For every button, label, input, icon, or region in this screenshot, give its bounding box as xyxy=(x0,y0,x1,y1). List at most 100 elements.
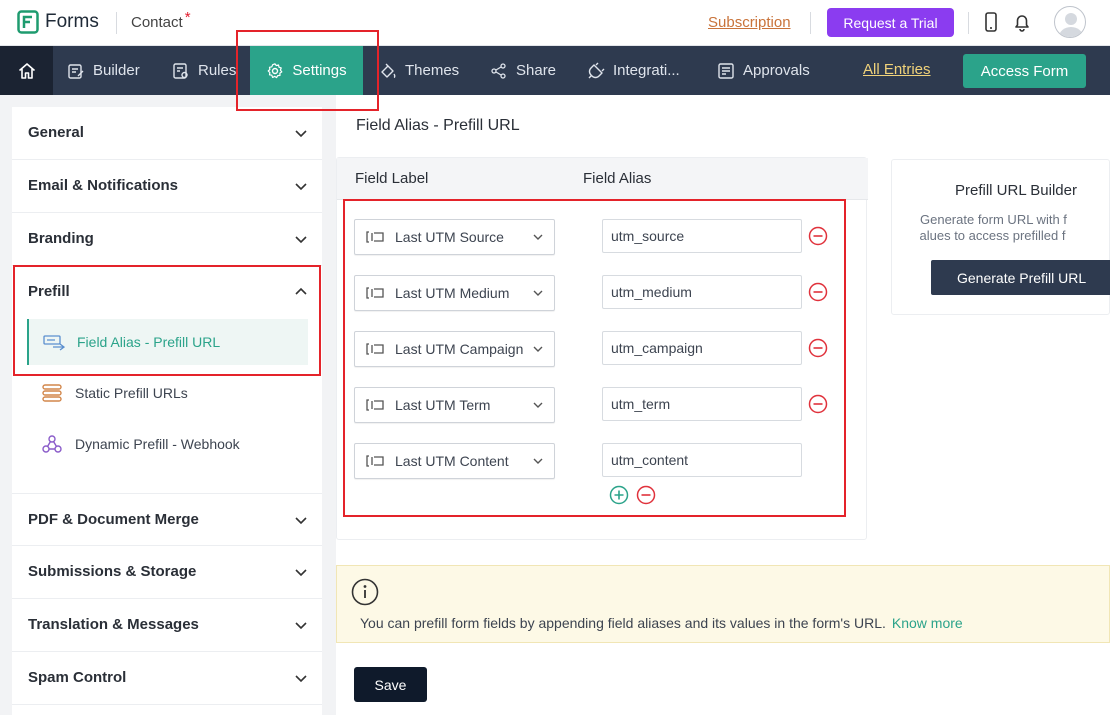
alias-input[interactable]: utm_medium xyxy=(602,275,802,309)
field-icon xyxy=(366,287,384,299)
builder-desc-line: Generate form URL with f xyxy=(920,212,1067,227)
alias-input[interactable]: utm_source xyxy=(602,219,802,253)
sidebar-section-branding[interactable]: Branding xyxy=(12,213,322,266)
nav-rules-label: Rules xyxy=(198,62,237,79)
user-avatar-icon xyxy=(1059,13,1083,37)
static-prefill-icon xyxy=(42,384,62,402)
field-select[interactable]: Last UTM Medium xyxy=(354,275,555,311)
chevron-down-icon xyxy=(533,346,543,352)
sidebar-section-general[interactable]: General xyxy=(12,107,322,160)
sidebar-section-translation-messages[interactable]: Translation & Messages xyxy=(12,599,322,652)
field-select[interactable]: Last UTM Source xyxy=(354,219,555,255)
know-more-link[interactable]: Know more xyxy=(892,615,963,631)
nav-integrations[interactable]: Integrati... xyxy=(587,46,680,95)
alias-input[interactable]: utm_term xyxy=(602,387,802,421)
nav-settings-label: Settings xyxy=(292,62,347,79)
home-button[interactable] xyxy=(0,46,53,95)
info-text: You can prefill form fields by appending… xyxy=(360,615,963,631)
chevron-down-icon xyxy=(533,290,543,296)
sidebar-section-prefill[interactable]: Prefill xyxy=(12,266,322,319)
table-row: Last UTM Campaign utm_campaign xyxy=(354,331,834,367)
access-form-button[interactable]: Access Form xyxy=(963,54,1086,88)
table-row: Last UTM Term utm_term xyxy=(354,387,834,423)
field-select-value: Last UTM Source xyxy=(395,229,504,245)
brand-name: Forms xyxy=(45,11,99,32)
remove-row-icon[interactable] xyxy=(808,226,828,246)
remove-row-icon[interactable] xyxy=(808,282,828,302)
sidebar-section-submissions-storage[interactable]: Submissions & Storage xyxy=(12,546,322,599)
nav-approvals[interactable]: Approvals xyxy=(717,46,810,95)
remove-row-icon[interactable] xyxy=(808,394,828,414)
sidebar-section-pdf-merge[interactable]: PDF & Document Merge xyxy=(12,493,322,546)
info-message: You can prefill form fields by appending… xyxy=(360,615,886,631)
approvals-icon xyxy=(718,62,734,79)
sidebar-item-dynamic-prefill[interactable]: Dynamic Prefill - Webhook xyxy=(27,421,308,467)
divider xyxy=(968,12,969,34)
chevron-down-icon xyxy=(533,458,543,464)
bell-icon[interactable] xyxy=(1011,11,1033,33)
field-icon xyxy=(366,399,384,411)
nav-themes[interactable]: Themes xyxy=(379,46,459,95)
share-icon xyxy=(491,62,506,79)
nav-share-label: Share xyxy=(516,62,557,79)
alias-input[interactable]: utm_content xyxy=(602,443,802,477)
request-trial-button[interactable]: Request a Trial xyxy=(827,8,954,37)
gear-icon xyxy=(267,62,283,78)
sidebar-section-spam-control[interactable]: Spam Control xyxy=(12,652,322,705)
col-field-alias: Field Alias xyxy=(583,170,652,187)
remove-row-icon[interactable] xyxy=(808,338,828,358)
section-label: Translation & Messages xyxy=(28,616,199,633)
field-select[interactable]: Last UTM Term xyxy=(354,387,555,423)
info-banner: You can prefill form fields by appending… xyxy=(336,565,1110,643)
mobile-preview-icon[interactable] xyxy=(980,11,1002,33)
remove-row-icon[interactable] xyxy=(636,485,656,505)
divider xyxy=(810,12,811,34)
col-field-label: Field Label xyxy=(355,170,429,187)
plug-icon xyxy=(588,62,605,78)
table-row: Last UTM Medium utm_medium xyxy=(354,275,834,311)
top-bar: Forms Contact * Subscription Request a Tr… xyxy=(0,0,1110,46)
prefill-url-builder: Prefill URL Builder Generate form URL wi… xyxy=(891,159,1110,315)
nav-settings[interactable]: Settings xyxy=(250,46,363,95)
paint-icon xyxy=(381,63,396,78)
field-select-value: Last UTM Term xyxy=(395,397,491,413)
section-label: PDF & Document Merge xyxy=(28,511,199,528)
sidebar-section-email-notifications[interactable]: Email & Notifications xyxy=(12,160,322,213)
builder-description: Generate form URL with f values to acces… xyxy=(920,212,1110,244)
nav-share[interactable]: Share xyxy=(490,46,556,95)
chevron-up-icon xyxy=(295,287,307,295)
required-mark: * xyxy=(184,9,191,26)
sidebar-item-field-alias[interactable]: Field Alias - Prefill URL xyxy=(27,319,308,365)
field-select-value: Last UTM Campaign xyxy=(395,341,524,357)
chevron-down-icon xyxy=(533,402,543,408)
nav-integrations-label: Integrati... xyxy=(613,62,680,79)
page-title: Field Alias - Prefill URL xyxy=(356,117,520,134)
add-row-icon[interactable] xyxy=(609,485,629,505)
chevron-down-icon xyxy=(295,569,307,577)
builder-desc-line: values to access prefilled f xyxy=(920,228,1066,243)
avatar[interactable] xyxy=(1054,6,1086,38)
section-label: Email & Notifications xyxy=(28,177,179,194)
subscription-link[interactable]: Subscription xyxy=(708,14,791,31)
chevron-down-icon xyxy=(295,675,307,683)
field-select[interactable]: Last UTM Campaign xyxy=(354,331,555,367)
nav-rules[interactable]: Rules xyxy=(172,46,236,95)
field-select-value: Last UTM Medium xyxy=(395,285,510,301)
alias-input[interactable]: utm_campaign xyxy=(602,331,802,365)
section-label: Branding xyxy=(28,230,94,247)
table-row: Last UTM Source utm_source xyxy=(354,219,834,255)
generate-prefill-url-button[interactable]: Generate Prefill URL xyxy=(931,260,1110,295)
sidebar-item-static-prefill[interactable]: Static Prefill URLs xyxy=(27,370,308,416)
all-entries-link[interactable]: All Entries xyxy=(863,61,931,78)
home-icon xyxy=(18,62,35,79)
form-name[interactable]: Contact * xyxy=(131,9,191,31)
rules-icon xyxy=(173,62,188,79)
section-label: General xyxy=(28,124,84,141)
field-alias-icon xyxy=(43,335,65,351)
field-select[interactable]: Last UTM Content xyxy=(354,443,555,479)
field-select-value: Last UTM Content xyxy=(395,453,509,469)
nav-builder[interactable]: Builder xyxy=(67,46,140,95)
save-button[interactable]: Save xyxy=(354,667,427,702)
field-icon xyxy=(366,231,384,243)
field-icon xyxy=(366,455,384,467)
